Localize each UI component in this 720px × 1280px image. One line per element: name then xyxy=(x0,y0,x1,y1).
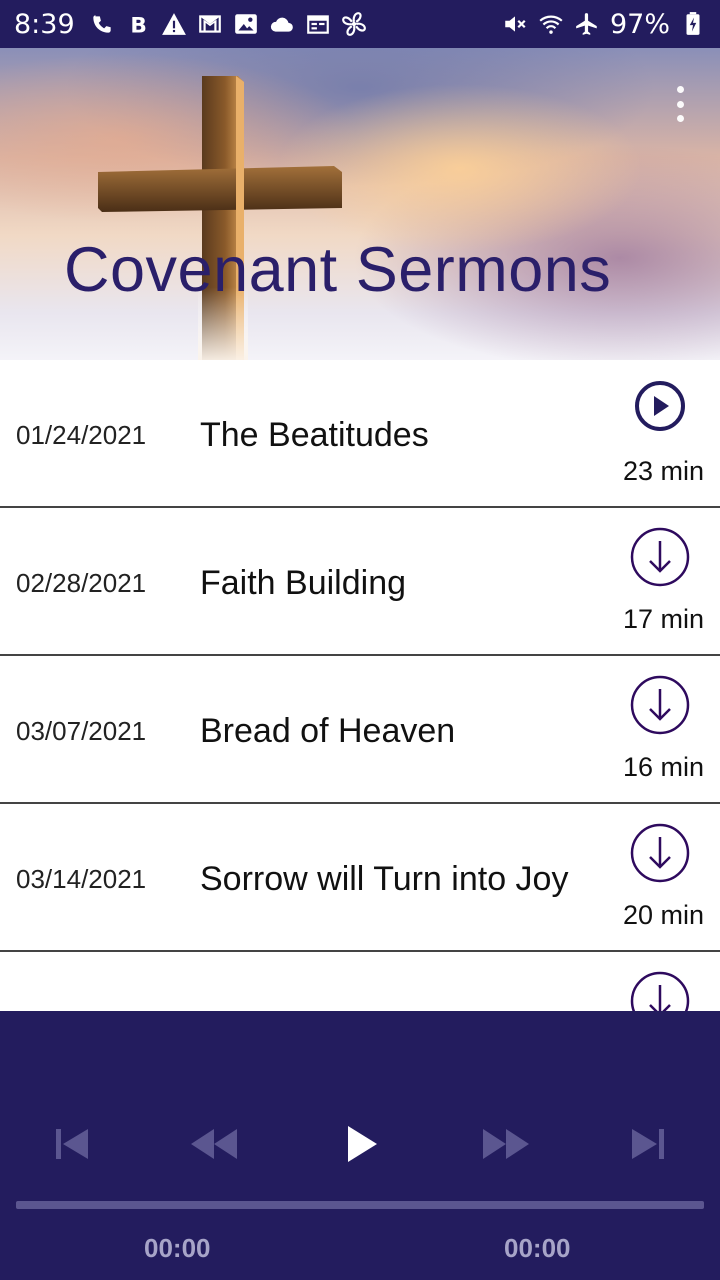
wifi-icon xyxy=(539,15,563,34)
elapsed-time: 00:00 xyxy=(144,1233,211,1263)
download-icon[interactable] xyxy=(629,526,691,588)
sermon-row[interactable]: 01/24/2021 The Beatitudes 23 min xyxy=(0,360,720,508)
rewind-icon[interactable] xyxy=(184,1119,244,1169)
cloud-icon xyxy=(270,17,293,32)
app-title: Covenant Sermons xyxy=(64,235,612,305)
sermon-duration: 17 min xyxy=(622,604,704,634)
sermon-title: Bread of Heaven xyxy=(200,712,456,750)
media-player: 00:00 00:00 xyxy=(0,1011,720,1280)
wifi-calling-icon xyxy=(92,15,111,33)
sermon-date: 03/14/2021 xyxy=(16,864,147,894)
total-time: 00:00 xyxy=(504,1233,571,1263)
sermon-row[interactable]: 02/28/2021 Faith Building 17 min xyxy=(0,508,720,656)
status-bar: 8:39 B 97% xyxy=(0,0,720,48)
sermon-row[interactable]: 03/14/2021 Sorrow will Turn into Joy 20 … xyxy=(0,804,720,952)
sermon-date: 01/24/2021 xyxy=(16,420,147,450)
cross-image xyxy=(98,76,342,360)
airplane-mode-icon xyxy=(576,13,597,35)
download-icon[interactable] xyxy=(629,970,691,1011)
sermon-list[interactable]: 01/24/2021 The Beatitudes 23 min 02/28/2… xyxy=(0,360,720,1011)
seek-bar[interactable] xyxy=(16,1201,704,1209)
sermon-row[interactable]: 03/07/2021 Bread of Heaven 16 min xyxy=(0,656,720,804)
sermon-duration: 20 min xyxy=(622,900,704,930)
play-icon[interactable] xyxy=(332,1119,392,1169)
app-header: Covenant Sermons xyxy=(0,48,720,360)
sermon-date: 02/28/2021 xyxy=(16,568,147,598)
play-circle-icon[interactable] xyxy=(629,378,691,440)
sermon-date: 03/07/2021 xyxy=(16,716,147,746)
image-icon xyxy=(234,14,257,34)
fan-icon xyxy=(341,12,366,36)
notification-icons: B xyxy=(89,11,367,37)
more-vert-icon[interactable] xyxy=(674,86,686,122)
warning-icon xyxy=(161,13,186,35)
svg-text:B: B xyxy=(130,14,147,37)
download-icon[interactable] xyxy=(629,822,691,884)
fast-forward-icon[interactable] xyxy=(476,1119,536,1169)
system-icons: 97% xyxy=(502,9,706,40)
skip-previous-icon[interactable] xyxy=(42,1119,102,1169)
sermon-duration: 16 min xyxy=(622,752,704,782)
sermon-title: Sorrow will Turn into Joy xyxy=(200,860,569,898)
sermon-title: The Beatitudes xyxy=(200,416,429,454)
b-app-icon: B xyxy=(130,14,147,37)
skip-next-icon[interactable] xyxy=(618,1119,678,1169)
status-time: 8:39 xyxy=(14,8,75,40)
battery-percentage: 97% xyxy=(609,8,670,40)
sermon-title: Faith Building xyxy=(200,564,407,602)
mute-icon xyxy=(505,16,526,32)
download-icon[interactable] xyxy=(629,674,691,736)
sermon-duration: 23 min xyxy=(622,456,704,486)
battery-charging-icon xyxy=(686,12,700,35)
calendar-icon xyxy=(306,15,329,34)
sermon-row[interactable] xyxy=(0,952,720,1011)
gmail-icon xyxy=(198,15,221,33)
